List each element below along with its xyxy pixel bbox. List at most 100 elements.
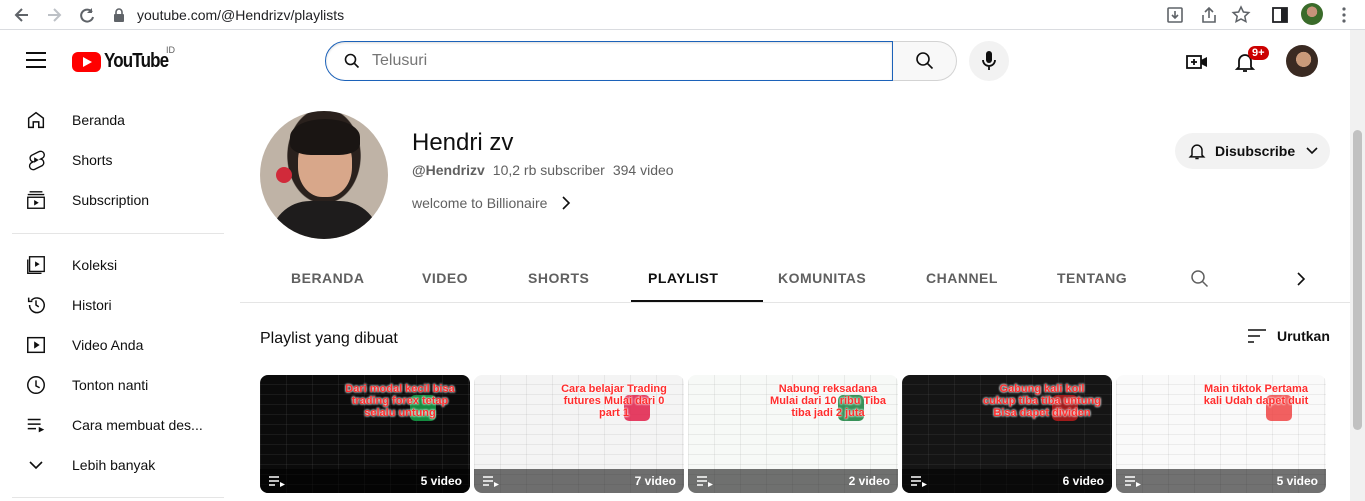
tab-video[interactable]: VIDEO (422, 270, 468, 286)
sidebar-item-playlist[interactable]: Cara membuat des... (12, 405, 224, 445)
playlist-thumbnail[interactable]: Cara belajar Trading futures Mulai dari … (474, 375, 684, 493)
create-video-icon[interactable] (1185, 50, 1209, 74)
chevron-down-icon (29, 461, 43, 470)
sidebar-item-label: Beranda (72, 112, 125, 128)
bell-icon (1188, 144, 1206, 160)
tab-komunitas[interactable]: KOMUNITAS (778, 270, 866, 286)
sidebar-item-koleksi[interactable]: Koleksi (12, 245, 224, 285)
back-icon[interactable] (12, 5, 32, 25)
your-videos-icon (27, 336, 45, 354)
lock-icon (114, 8, 124, 22)
tab-tentang[interactable]: TENTANG (1057, 270, 1127, 286)
voice-search-button[interactable] (969, 41, 1009, 81)
playlist-video-count: 5 video (1276, 474, 1318, 488)
playlist-thumbnail[interactable]: Main tiktok Pertama kali Udah dapet duit… (1116, 375, 1326, 493)
watch-later-icon (27, 376, 45, 394)
playlist-icon (1125, 476, 1141, 487)
sidebar-item-label: Subscription (72, 192, 150, 208)
menu-icon[interactable] (26, 52, 46, 68)
menu-dots-icon[interactable] (1334, 5, 1354, 25)
install-icon[interactable] (1165, 5, 1185, 25)
channel-handle: @Hendrizv (412, 162, 485, 178)
playlist-video-count: 6 video (1062, 474, 1104, 488)
country-code: ID (166, 45, 175, 55)
active-tab-indicator (631, 300, 763, 302)
video-count: 394 video (612, 162, 674, 178)
subscriptions-icon (27, 191, 45, 209)
playlist-overlay-bar: 5 video (1116, 469, 1326, 493)
search-bar (325, 41, 957, 81)
playlist-icon (483, 476, 499, 487)
tab-channel[interactable]: CHANNEL (926, 270, 998, 286)
playlist-overlay-bar: 5 video (260, 469, 470, 493)
channel-search-icon[interactable] (1190, 269, 1210, 289)
search-field[interactable] (325, 41, 893, 81)
search-input[interactable] (372, 52, 852, 70)
tab-beranda[interactable]: BERANDA (291, 270, 365, 286)
profile-avatar-icon[interactable] (1301, 3, 1323, 25)
side-panel-icon[interactable] (1270, 5, 1290, 25)
shorts-icon (28, 150, 45, 171)
playlist-icon (269, 476, 285, 487)
thumbnail-caption: Nabung reksadana Mulai dari 10 ribu Tiba… (770, 383, 886, 419)
forward-icon[interactable] (44, 5, 64, 25)
playlist-overlay-bar: 6 video (902, 469, 1112, 493)
account-avatar[interactable] (1286, 45, 1318, 77)
sidebar-item-subscription[interactable]: Subscription (12, 180, 224, 220)
tab-playlist[interactable]: PLAYLIST (648, 270, 718, 286)
channel-tabs: BERANDA VIDEO SHORTS PLAYLIST KOMUNITAS … (240, 255, 1350, 303)
sidebar-item-lebih-banyak[interactable]: Lebih banyak (12, 445, 224, 485)
channel-name: Hendri zv (412, 129, 514, 156)
channel-description[interactable]: welcome to Billionaire (412, 195, 571, 211)
channel-avatar (260, 111, 388, 239)
channel-description-text: welcome to Billionaire (412, 195, 548, 211)
browser-toolbar: youtube.com/@Hendrizv/playlists (0, 0, 1365, 30)
sidebar-item-histori[interactable]: Histori (12, 285, 224, 325)
logo-text: YouTube (104, 50, 169, 72)
playlist-video-count: 2 video (848, 474, 890, 488)
library-icon (27, 256, 45, 274)
subscribe-label: Disubscribe (1215, 143, 1296, 159)
sort-icon (1248, 329, 1266, 343)
playlist-thumbnail[interactable]: Gabung kali koil cukup tiba tiba untung … (902, 375, 1112, 493)
chevron-right-icon[interactable] (1295, 271, 1307, 287)
sort-button[interactable]: Urutkan (1247, 328, 1330, 344)
sidebar-item-tonton-nanti[interactable]: Tonton nanti (12, 365, 224, 405)
chevron-down-icon (1306, 147, 1318, 155)
playlist-icon (911, 476, 927, 487)
url-text: youtube.com/@Hendrizv/playlists (137, 7, 345, 23)
playlist-video-count: 7 video (634, 474, 676, 488)
thumbnail-caption: Dari modal kecil bisa trading forex teta… (345, 383, 455, 419)
masthead: YouTube ID 9+ (0, 30, 1350, 92)
sidebar: Beranda Shorts Subscription Koleksi Hist… (0, 92, 236, 501)
youtube-logo[interactable]: YouTube ID (72, 45, 180, 73)
playlist-thumbnail[interactable]: Dari modal kecil bisa trading forex teta… (260, 375, 470, 493)
sidebar-item-label: Video Anda (72, 337, 144, 353)
subscribe-button[interactable]: Disubscribe (1175, 133, 1330, 169)
section-title: Playlist yang dibuat (260, 330, 398, 347)
subscriber-count: 10,2 rb subscriber (492, 162, 605, 178)
scrollbar[interactable] (1350, 30, 1365, 501)
sort-label: Urutkan (1277, 328, 1330, 344)
sidebar-item-shorts[interactable]: Shorts (12, 140, 224, 180)
notification-count-badge: 9+ (1248, 46, 1269, 60)
reload-icon[interactable] (77, 5, 97, 25)
thumbnail-caption: Cara belajar Trading futures Mulai dari … (561, 383, 667, 419)
sidebar-item-beranda[interactable]: Beranda (12, 100, 224, 140)
tab-shorts[interactable]: SHORTS (528, 270, 589, 286)
playlist-video-count: 5 video (420, 474, 462, 488)
share-icon[interactable] (1199, 5, 1219, 25)
playlist-icon (27, 418, 45, 433)
playlist-thumbnail[interactable]: Nabung reksadana Mulai dari 10 ribu Tiba… (688, 375, 898, 493)
bookmark-star-icon[interactable] (1231, 5, 1251, 25)
address-bar[interactable]: youtube.com/@Hendrizv/playlists (113, 2, 1165, 28)
sidebar-divider (12, 233, 224, 234)
scrollbar-thumb[interactable] (1353, 130, 1362, 430)
sidebar-item-label: Lebih banyak (72, 457, 156, 473)
sidebar-item-video-anda[interactable]: Video Anda (12, 325, 224, 365)
playlist-overlay-bar: 7 video (474, 469, 684, 493)
search-button[interactable] (893, 41, 957, 81)
sidebar-item-label: Cara membuat des... (72, 417, 203, 433)
microphone-icon (982, 51, 996, 70)
thumbnail-caption: Main tiktok Pertama kali Udah dapet duit (1203, 383, 1309, 407)
